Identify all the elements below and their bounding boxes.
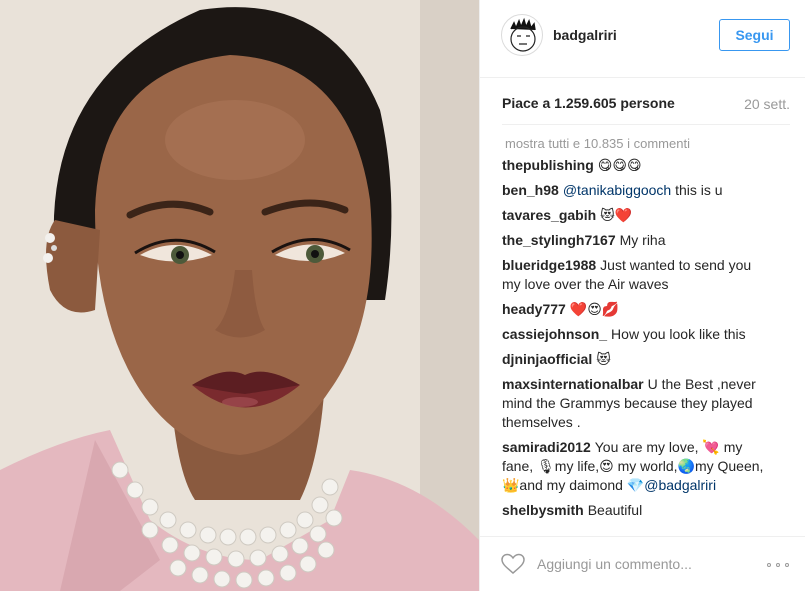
comment-text: 😋😋😋 [597, 157, 642, 173]
comment-input[interactable] [537, 553, 757, 575]
comment-text: 😻❤️ [600, 207, 633, 223]
post-header: badgalriri Segui [480, 0, 805, 78]
comment-username[interactable]: thepublishing [502, 157, 594, 173]
avatar[interactable] [501, 14, 543, 56]
comment-item: tavares_gabih 😻❤️ [502, 206, 772, 225]
avatar-sketch-icon [510, 17, 536, 52]
dot [776, 563, 780, 567]
comment-item: heady777 ❤️😍💋 [502, 300, 772, 319]
portrait-image [0, 0, 479, 591]
comment-mention[interactable]: @tanikabiggooch [563, 182, 671, 198]
comment-username[interactable]: ben_h98 [502, 182, 559, 198]
comment-item: cassiejohnson_ How you look like this [502, 325, 772, 344]
comment-item: maxsinternationalbar U the Best ,never mi… [502, 375, 772, 432]
comment-username[interactable]: tavares_gabih [502, 207, 596, 223]
follow-button[interactable]: Segui [719, 19, 790, 51]
comment-item: the_stylingh7167 My riha [502, 231, 772, 250]
comment-text: this is u [675, 182, 723, 198]
comment-username[interactable]: samiradi2012 [502, 439, 591, 455]
more-options-icon[interactable] [767, 555, 793, 573]
dot [785, 563, 789, 567]
comment-text: How you look like this [611, 326, 746, 342]
post-side-panel: badgalriri Segui Piace a 1.259.605 perso… [479, 0, 805, 591]
comment-item: samiradi2012 You are my love, 💘 my fane, … [502, 438, 772, 495]
comment-text: 😻 [596, 351, 611, 367]
comment-mention[interactable]: @badgalriri [644, 477, 716, 493]
comment-item: thepublishing 😋😋😋 [502, 156, 772, 175]
comment-text: Beautiful [587, 502, 643, 518]
post-timestamp[interactable]: 20 sett. [744, 96, 790, 112]
comment-username[interactable]: blueridge1988 [502, 257, 596, 273]
comment-item: djninjaofficial 😻 [502, 350, 772, 369]
comment-text: ❤️😍💋 [569, 301, 620, 317]
comment-username[interactable]: maxsinternationalbar [502, 376, 644, 392]
comments-list[interactable]: mostra tutti e 10.835 i commenti thepubl… [502, 134, 802, 527]
divider [502, 124, 790, 125]
post-dialog: badgalriri Segui Piace a 1.259.605 perso… [0, 0, 805, 591]
heart-outline-icon[interactable] [501, 553, 525, 575]
comment-username[interactable]: djninjaofficial [502, 351, 592, 367]
comment-text: My riha [619, 232, 666, 248]
comment-username[interactable]: heady777 [502, 301, 566, 317]
comment-username[interactable]: shelbysmith [502, 502, 584, 518]
likes-count[interactable]: Piace a 1.259.605 persone [502, 95, 675, 111]
comment-footer [480, 536, 805, 591]
post-username[interactable]: badgalriri [553, 27, 617, 43]
comment-username[interactable]: cassiejohnson_ [502, 326, 607, 342]
view-all-comments-link[interactable]: mostra tutti e 10.835 i commenti [502, 134, 802, 153]
comment-username[interactable]: the_stylingh7167 [502, 232, 616, 248]
comment-item: ben_h98 @tanikabiggooch this is u [502, 181, 772, 200]
likes-row: Piace a 1.259.605 persone 20 sett. [502, 95, 790, 115]
dot [767, 563, 771, 567]
post-photo[interactable] [0, 0, 479, 591]
comment-item: blueridge1988 Just wanted to send you my … [502, 256, 772, 294]
comment-item: shelbysmith Beautiful [502, 501, 772, 520]
